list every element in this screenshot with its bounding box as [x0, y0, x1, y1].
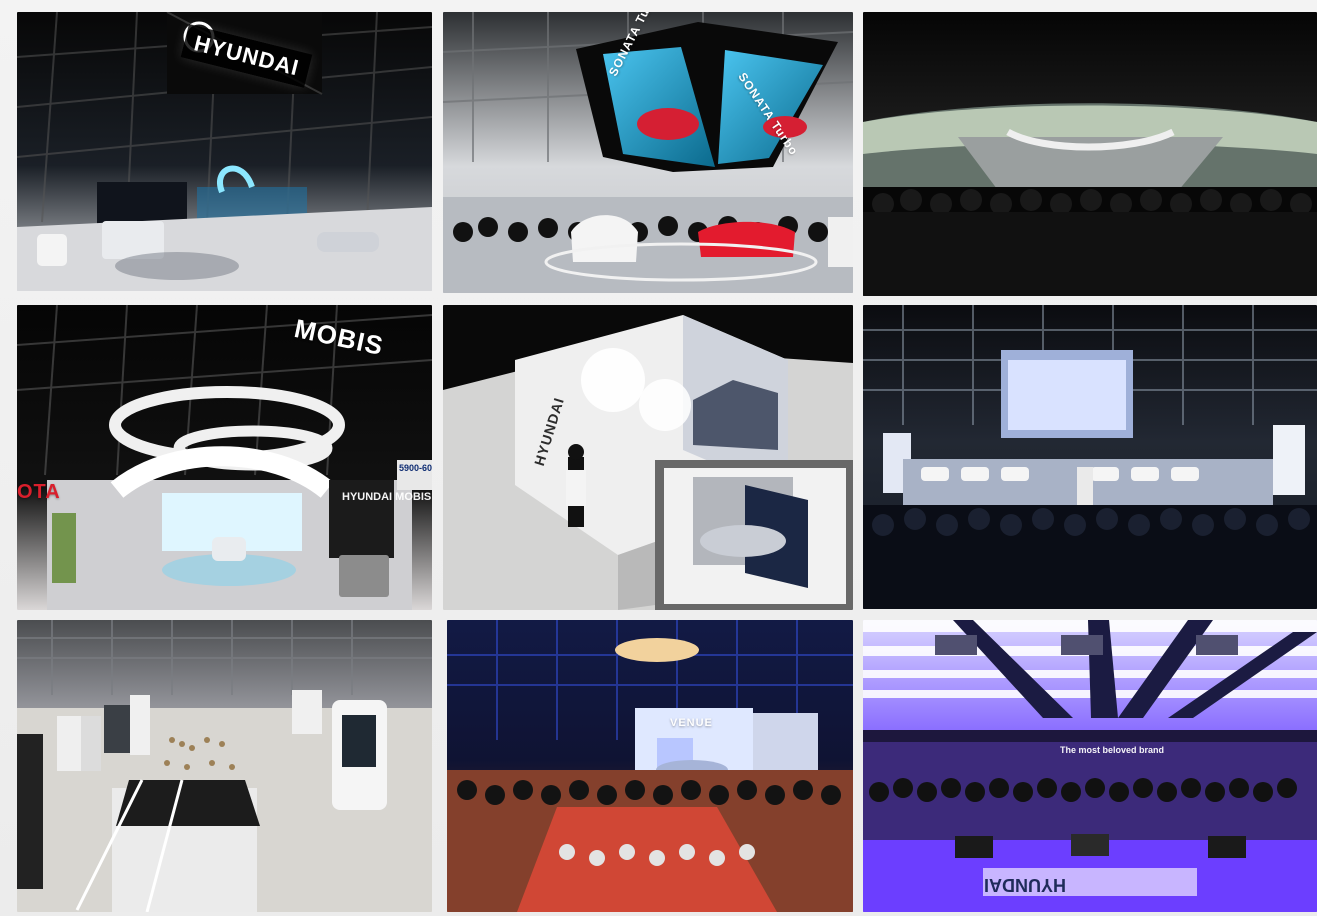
photo-vehicle-hall [863, 305, 1317, 609]
photo-mobis-booth: MOBIS HYUNDAI MOBIS OTA 5900-6099 [17, 305, 432, 610]
photo-mobis-booth-image [17, 305, 432, 610]
photo-vehicle-hall-image [863, 305, 1317, 609]
photo-commercial-vehicles-image [17, 620, 432, 912]
photo-white-installation-image [443, 305, 853, 610]
photo-commercial-vehicles [17, 620, 432, 912]
photo-collage: HYUNDAI SONATA Turbo SONATA Turbo MOBIS … [0, 0, 1317, 916]
photo-immersive-projection-image [863, 12, 1317, 296]
photo-sonata-stage-image [443, 12, 853, 293]
photo-hyundai-booth: HYUNDAI [17, 12, 432, 291]
photo-brand-event: The most beloved brand HYUNDAI [863, 620, 1317, 912]
photo-venue-launch-image [447, 620, 853, 912]
photo-venue-launch: VENUE [447, 620, 853, 912]
photo-immersive-projection [863, 12, 1317, 296]
photo-sonata-stage: SONATA Turbo SONATA Turbo [443, 12, 853, 293]
photo-white-installation: HYUNDAI [443, 305, 853, 610]
photo-brand-event-image [863, 620, 1317, 912]
